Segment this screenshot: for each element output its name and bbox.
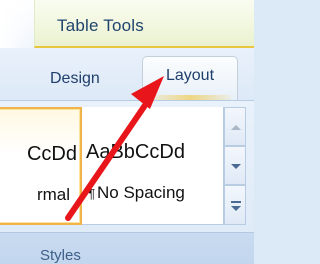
more-styles-icon: [231, 201, 241, 203]
table-tools-label: Table Tools: [57, 16, 144, 35]
tab-design-label: Design: [50, 70, 100, 87]
gallery-more-button[interactable]: [224, 185, 246, 225]
gallery-scroll-column: [224, 107, 246, 225]
scroll-up-icon: [231, 125, 241, 130]
tab-design[interactable]: Design: [36, 62, 114, 96]
style-normal[interactable]: CcDd rmal: [0, 107, 82, 225]
more-styles-arrow-icon: [231, 206, 241, 211]
styles-group-label: Styles: [40, 247, 81, 264]
tab-layout[interactable]: Layout: [142, 56, 238, 100]
style-no-spacing-name-wrap: ¶ No Spacing: [88, 183, 185, 203]
scroll-down-icon: [231, 164, 241, 169]
style-normal-name: rmal: [36, 185, 70, 204]
styles-group-label-bar: Styles: [0, 232, 254, 264]
style-normal-sample: CcDd: [26, 143, 77, 165]
gallery-scroll-up-button[interactable]: [224, 107, 246, 146]
style-no-spacing-name: No Spacing: [96, 183, 185, 202]
styles-gallery: CcDd rmal AaBbCcDd ¶ No Spacing: [0, 107, 224, 225]
tab-layout-label: Layout: [165, 67, 215, 84]
gallery-scroll-down-button[interactable]: [224, 146, 246, 185]
ribbon-body: CcDd rmal AaBbCcDd ¶ No Spacing: [0, 100, 254, 232]
style-no-spacing[interactable]: AaBbCcDd ¶ No Spacing: [82, 107, 224, 225]
style-no-spacing-sample: AaBbCcDd: [86, 141, 185, 163]
table-tools-group-header: Table Tools: [34, 0, 254, 48]
pilcrow-icon: ¶: [88, 186, 95, 201]
ribbon-tab-row: Design Layout: [0, 48, 254, 100]
